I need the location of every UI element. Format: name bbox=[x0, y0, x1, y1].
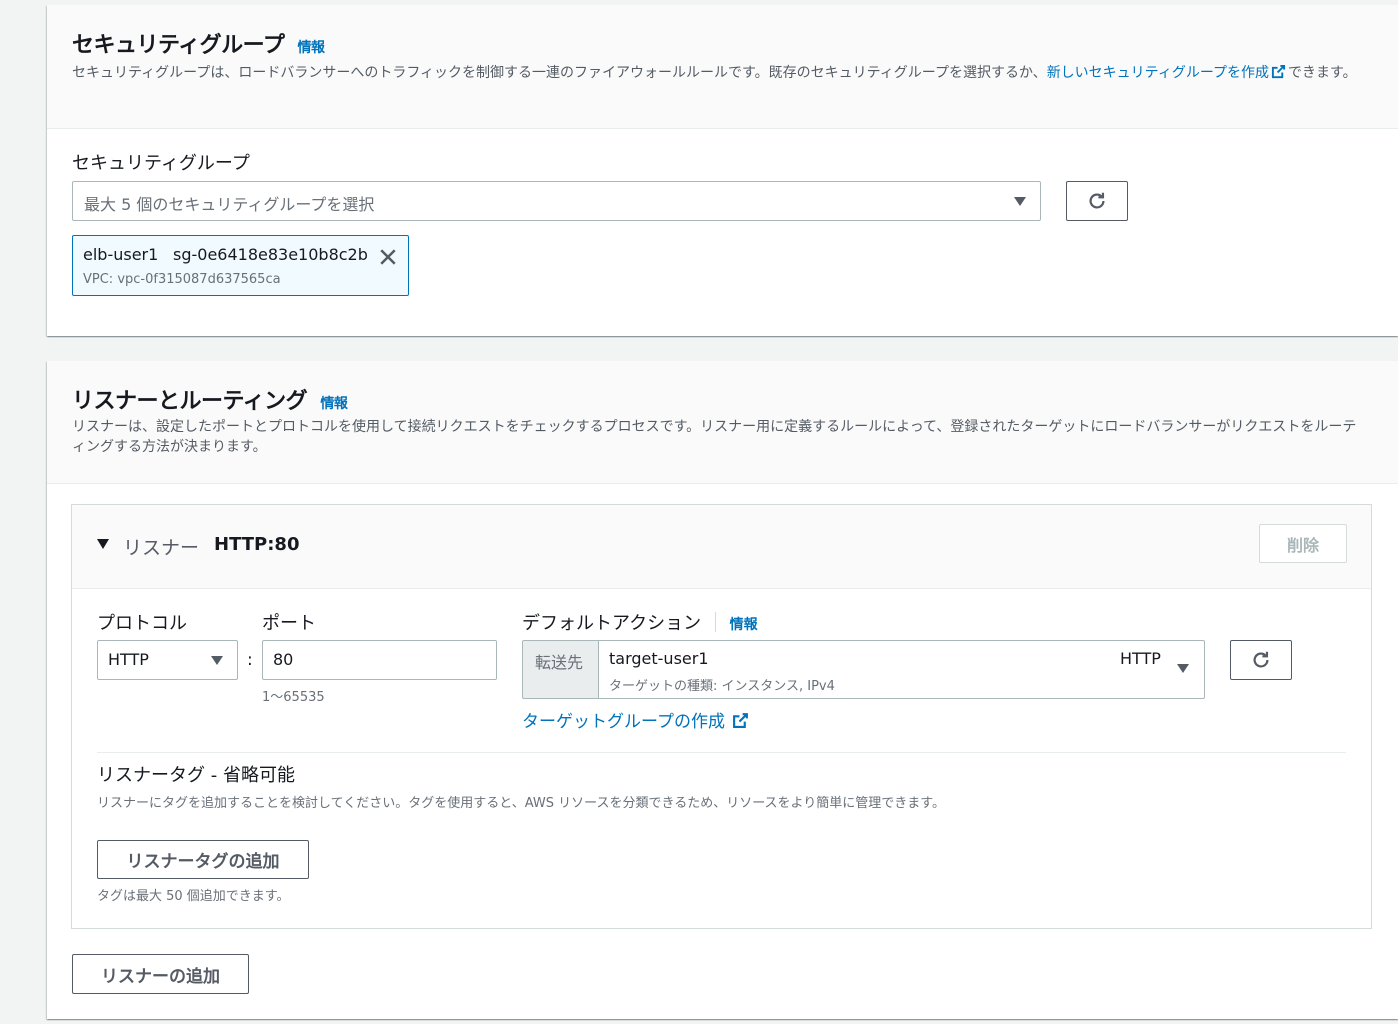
security-refresh-button[interactable] bbox=[1066, 181, 1128, 221]
description-suffix: できます。 bbox=[1288, 65, 1357, 81]
target-refresh-button[interactable] bbox=[1230, 640, 1292, 680]
default-action-label-row: デフォルトアクション 情報 bbox=[522, 609, 758, 635]
port-value: 80 bbox=[273, 650, 294, 669]
label-divider bbox=[714, 612, 716, 632]
security-group-title: セキュリティグループ 情報 bbox=[72, 27, 325, 59]
port-label: ポート bbox=[262, 613, 316, 634]
security-group-select[interactable]: 最大 5 個のセキュリティグループを選択 bbox=[72, 181, 1041, 221]
listeners-header: リスナーとルーティング 情報 リスナーは、設定したポートとプロトコルを使用して接… bbox=[47, 361, 1398, 484]
listener-name: HTTP:80 bbox=[214, 534, 300, 555]
create-target-group-row: ターゲットグループの作成 bbox=[522, 707, 751, 732]
target-detail: ターゲットの種類: インスタンス, IPv4 bbox=[609, 679, 835, 694]
listener-tags-description: リスナーにタグを追加することを検討してください。タグを使用すると、AWS リソー… bbox=[97, 796, 946, 811]
refresh-icon bbox=[1089, 192, 1105, 209]
create-target-group-link[interactable]: ターゲットグループの作成 bbox=[522, 712, 725, 732]
create-security-group-link[interactable]: 新しいセキュリティグループを作成 bbox=[1047, 65, 1269, 81]
security-group-header: セキュリティグループ 情報 セキュリティグループは、ロードバランサーへのトラフィ… bbox=[47, 5, 1398, 129]
listeners-info-link[interactable]: 情報 bbox=[320, 396, 348, 412]
target-group-select[interactable]: target-user1 HTTP ターゲットの種類: インスタンス, IPv4 bbox=[598, 640, 1205, 699]
divider bbox=[97, 752, 1346, 753]
forward-label: 転送先 bbox=[535, 653, 584, 672]
listener-card: リスナー HTTP:80 削除 プロトコル HTTP : ポート 80 1〜65… bbox=[71, 504, 1372, 929]
protocol-label: プロトコル bbox=[97, 613, 187, 634]
expand-triangle-icon[interactable] bbox=[97, 539, 109, 549]
close-icon[interactable] bbox=[379, 248, 397, 266]
listeners-title: リスナーとルーティング 情報 bbox=[72, 383, 348, 415]
forward-addon: 転送先 bbox=[522, 640, 599, 699]
target-protocol: HTTP bbox=[1120, 649, 1161, 668]
external-link-icon[interactable] bbox=[732, 712, 749, 729]
section-title-text: セキュリティグループ bbox=[72, 33, 285, 58]
security-group-panel: セキュリティグループ 情報 セキュリティグループは、ロードバランサーへのトラフィ… bbox=[47, 5, 1398, 336]
refresh-icon bbox=[1253, 651, 1269, 668]
section-title-text: リスナーとルーティング bbox=[72, 389, 308, 414]
protocol-value: HTTP bbox=[108, 650, 149, 669]
default-action-label: デフォルトアクション bbox=[522, 613, 702, 634]
port-input[interactable]: 80 bbox=[262, 640, 497, 680]
external-link-icon[interactable] bbox=[1271, 64, 1286, 79]
protocol-port-separator: : bbox=[247, 650, 253, 670]
remove-listener-button[interactable]: 削除 bbox=[1259, 524, 1347, 563]
caret-down-icon bbox=[1014, 197, 1026, 206]
listeners-description: リスナーは、設定したポートとプロトコルを使用して接続リクエストをチェックするプロ… bbox=[72, 419, 1357, 455]
token-name: elb-user1 bbox=[83, 245, 159, 264]
security-group-token: elb-user1 sg-0e6418e83e10b8c2b VPC: vpc-… bbox=[72, 235, 409, 296]
target-name: target-user1 bbox=[609, 649, 709, 668]
security-group-description: セキュリティグループは、ロードバランサーへのトラフィックを制御する一連のファイア… bbox=[72, 63, 1362, 83]
listener-label: リスナー bbox=[123, 537, 200, 559]
security-group-placeholder: 最大 5 個のセキュリティグループを選択 bbox=[84, 195, 375, 214]
token-vpc: VPC: vpc-0f315087d637565ca bbox=[83, 272, 281, 287]
port-hint: 1〜65535 bbox=[262, 690, 325, 705]
security-group-field-label: セキュリティグループ bbox=[72, 153, 250, 174]
default-action-info-link[interactable]: 情報 bbox=[730, 617, 758, 633]
add-listener-button[interactable]: リスナーの追加 bbox=[72, 954, 249, 994]
listener-tags-limit: タグは最大 50 個追加できます。 bbox=[97, 889, 290, 904]
add-listener-tag-button[interactable]: リスナータグの追加 bbox=[97, 840, 309, 879]
listener-tags-title: リスナータグ - 省略可能 bbox=[97, 765, 295, 786]
caret-down-icon bbox=[1177, 664, 1189, 673]
protocol-select[interactable]: HTTP bbox=[97, 640, 238, 680]
listener-card-header[interactable]: リスナー HTTP:80 削除 bbox=[72, 505, 1371, 589]
description-text: セキュリティグループは、ロードバランサーへのトラフィックを制御する一連のファイア… bbox=[72, 65, 1047, 81]
listeners-panel: リスナーとルーティング 情報 リスナーは、設定したポートとプロトコルを使用して接… bbox=[47, 361, 1398, 1019]
caret-down-icon bbox=[211, 656, 223, 665]
token-id: sg-0e6418e83e10b8c2b bbox=[173, 245, 368, 264]
security-info-link[interactable]: 情報 bbox=[298, 40, 326, 56]
